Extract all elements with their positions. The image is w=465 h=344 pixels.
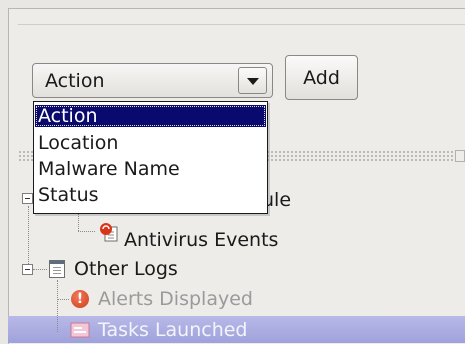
tree-connector	[78, 231, 95, 232]
tree-item-other-logs[interactable]: Other Logs	[74, 257, 178, 281]
combobox-value: Action	[45, 70, 105, 92]
tree-connector	[33, 269, 47, 270]
tree-item-antivirus-events[interactable]: Antivirus Events	[124, 228, 278, 252]
add-button[interactable]: Add	[285, 55, 358, 100]
dropdown-option-malware-name[interactable]: Malware Name	[35, 158, 266, 180]
tree-connector	[28, 206, 29, 264]
tree-item-tasks-launched[interactable]: Tasks Launched	[98, 318, 248, 342]
collapse-expander-icon[interactable]	[22, 264, 33, 275]
alert-icon: !	[71, 290, 89, 308]
antivirus-event-icon	[100, 223, 118, 242]
log-document-icon	[49, 260, 65, 278]
tree-connector	[57, 299, 69, 300]
filter-field-combobox[interactable]: Action	[32, 63, 273, 98]
task-icon	[70, 322, 90, 338]
dropdown-option-location[interactable]: Location	[35, 132, 266, 154]
tree-item-alerts-displayed[interactable]: Alerts Displayed	[98, 287, 253, 311]
panel-separator	[18, 24, 465, 25]
filter-field-dropdown-list: Action Location Malware Name Status	[33, 101, 268, 214]
dropdown-arrow-icon[interactable]	[238, 67, 267, 94]
splitter-handle[interactable]	[455, 150, 465, 162]
collapse-expander-icon[interactable]	[22, 193, 33, 204]
dropdown-option-status[interactable]: Status	[35, 184, 266, 206]
tree-connector	[57, 280, 58, 332]
dropdown-option-action[interactable]: Action	[35, 105, 266, 127]
